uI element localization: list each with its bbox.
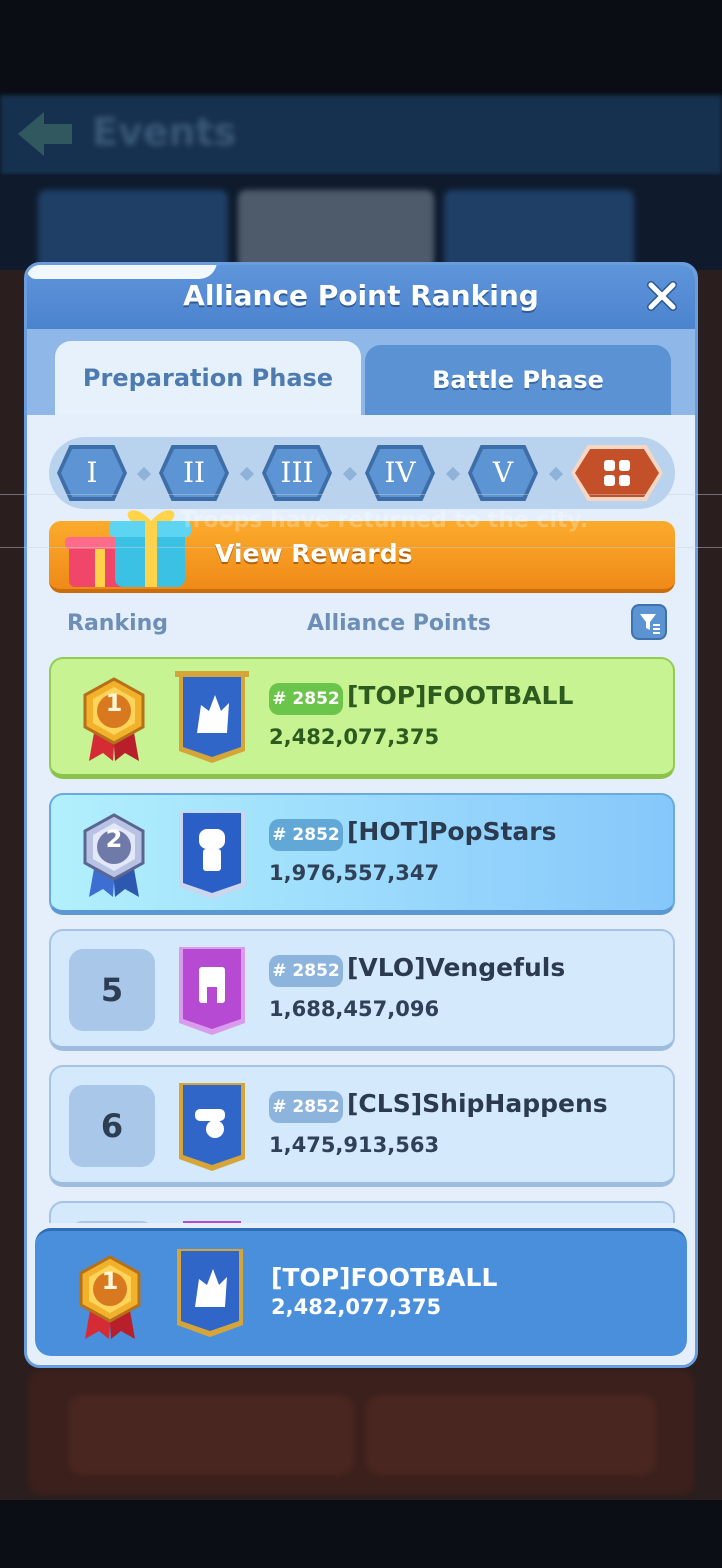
rank-number: 2 (105, 825, 123, 853)
alliance-name: [HOT]PopStars (347, 817, 557, 846)
bottom-area (0, 1500, 722, 1568)
alliance-points-column-header: Alliance Points (307, 611, 491, 636)
status-bar-area (0, 0, 722, 95)
stage-separator (445, 466, 461, 482)
ranking-row[interactable]: 1 # 2852 [TOP]FOOTBALL 2,482,077,375 (49, 657, 675, 779)
filter-icon (640, 614, 660, 634)
grid-icon (604, 460, 630, 486)
server-tag: # 2852 (269, 955, 343, 987)
server-tag: # 2852 (269, 819, 343, 851)
dialog-title: Alliance Point Ranking (183, 279, 539, 312)
stage-selector: I II III IV V (49, 437, 675, 509)
event-button (68, 1395, 354, 1475)
alliance-points: 1,976,557,347 (269, 861, 440, 885)
rank-number: 5 (69, 949, 155, 1031)
alliance-banner (175, 671, 249, 763)
rank-number: 1 (105, 689, 123, 717)
stage-separator (136, 466, 152, 482)
tab-battle-phase[interactable]: Battle Phase (365, 345, 671, 415)
tab-preparation-phase[interactable]: Preparation Phase (55, 341, 361, 415)
alliance-banner (177, 1249, 243, 1337)
gauntlet-icon (199, 829, 225, 849)
ranking-row[interactable]: 6 # 2852 [CLS]ShipHappens 1,475,913,563 (49, 1065, 675, 1187)
ranking-row[interactable]: 2 # 2852 [HOT]PopStars 1,976,557,347 (49, 793, 675, 915)
ranking-column-header: Ranking (67, 611, 169, 636)
my-rank-number: 1 (101, 1267, 119, 1295)
my-alliance-rank-bar: 1 [TOP]FOOTBALL 2,482,077,375 (35, 1228, 687, 1356)
events-title: Events (92, 110, 237, 154)
stage-button-5[interactable]: V (468, 445, 538, 501)
back-arrow-icon (18, 112, 72, 156)
server-tag: # 2852 (269, 1091, 343, 1123)
close-icon[interactable] (643, 277, 681, 315)
stage-button-1[interactable]: I (57, 445, 127, 501)
toast-border (0, 494, 722, 495)
alliance-points: 1,688,457,096 (269, 997, 440, 1021)
dialog-title-bar: Alliance Point Ranking (27, 265, 695, 329)
ranking-content: I II III IV V View Rewards Ranking Allia… (27, 415, 695, 1365)
snow-decoration (27, 265, 217, 279)
alliance-banner (179, 811, 245, 899)
stage-separator (548, 466, 564, 482)
view-rewards-label: View Rewards (215, 539, 413, 568)
alliance-name: [VLO]Vengefuls (347, 953, 566, 982)
alliance-banner (179, 947, 245, 1035)
filter-button[interactable] (631, 604, 667, 640)
alliance-points: 2,482,077,375 (269, 725, 440, 749)
toast-message: Troops have returned to the city. (180, 508, 589, 533)
alliance-name: [TOP]FOOTBALL (347, 681, 574, 710)
my-alliance-points: 2,482,077,375 (271, 1295, 442, 1319)
my-alliance-name: [TOP]FOOTBALL (271, 1263, 498, 1292)
ranking-row[interactable] (49, 1201, 675, 1223)
stage-button-2[interactable]: II (159, 445, 229, 501)
event-card (238, 190, 434, 270)
alliance-banner (179, 1083, 245, 1171)
event-button (366, 1395, 656, 1475)
stage-separator (342, 466, 358, 482)
ranking-list[interactable]: 1 # 2852 [TOP]FOOTBALL 2,482,077,375 2 #… (49, 657, 675, 1223)
alliance-ranking-dialog: Alliance Point Ranking Preparation Phase… (24, 262, 698, 1368)
cannon-icon (195, 1109, 225, 1121)
alliance-name: [CLS]ShipHappens (347, 1089, 608, 1118)
rank-number: 6 (69, 1085, 155, 1167)
event-card (38, 190, 228, 270)
phase-tabs: Preparation Phase Battle Phase (27, 329, 695, 415)
toast-border (0, 547, 722, 548)
alliance-points: 1,475,913,563 (269, 1133, 440, 1157)
stage-button-overall[interactable] (571, 445, 663, 501)
stage-button-4[interactable]: IV (365, 445, 435, 501)
stage-separator (239, 466, 255, 482)
event-card (444, 190, 634, 270)
stage-button-3[interactable]: III (262, 445, 332, 501)
alliance-banner (183, 1221, 241, 1223)
server-tag: # 2852 (269, 683, 343, 715)
rank-number-box (69, 1221, 155, 1223)
ranking-row[interactable]: 5 # 2852 [VLO]Vengefuls 1,688,457,096 (49, 929, 675, 1051)
